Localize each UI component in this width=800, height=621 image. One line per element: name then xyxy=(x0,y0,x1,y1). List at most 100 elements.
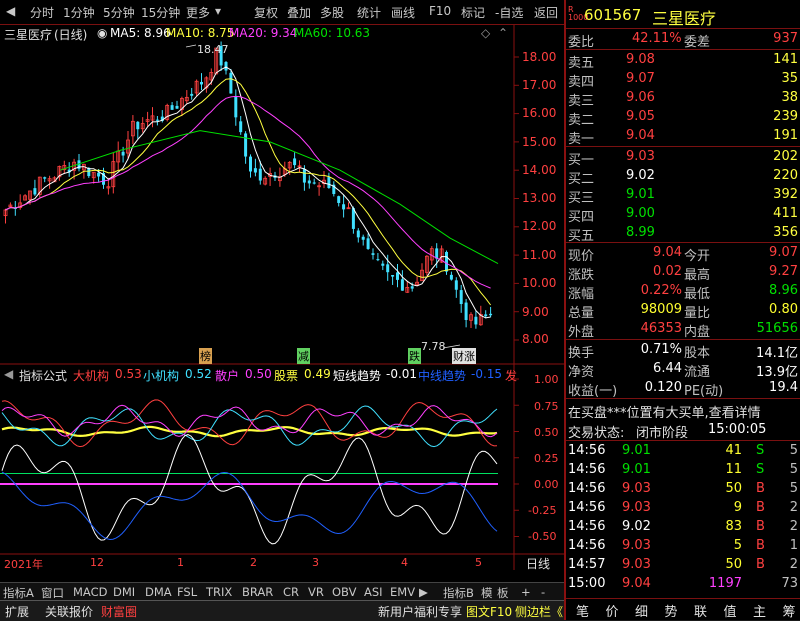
bid-row[interactable]: 买三 9.01 392 xyxy=(566,186,800,205)
x-label: 12 xyxy=(90,556,104,569)
tab-vr[interactable]: VR xyxy=(308,585,324,599)
ask-row[interactable]: 卖五 9.08 141 xyxy=(566,51,800,70)
tick-row[interactable]: 15:00 9.04 1197 73 xyxy=(566,575,800,594)
tab-5min[interactable]: 5分钟 xyxy=(103,4,135,21)
stock-name: 三星医疗 xyxy=(652,5,716,29)
quote-tab[interactable]: 笔 xyxy=(570,600,598,619)
ask-volume: 38 xyxy=(781,90,798,105)
tick-time: 14:56 xyxy=(568,500,605,515)
bid-volume: 220 xyxy=(773,168,798,183)
tab-1min[interactable]: 1分钟 xyxy=(63,4,95,21)
ask-row[interactable]: 卖三 9.06 38 xyxy=(566,89,800,108)
tab-macd[interactable]: MACD xyxy=(73,585,107,599)
tab-obv[interactable]: OBV xyxy=(332,585,356,599)
more-dropdown-icon[interactable]: ▾ xyxy=(215,4,221,18)
tick-row[interactable]: 14:56 9.03 50 B 5 xyxy=(566,480,800,499)
btn-draw-line[interactable]: 画线 xyxy=(391,4,415,21)
status-sidebar-button[interactable]: 侧边栏《 xyxy=(515,603,563,620)
tick-row[interactable]: 14:56 9.03 5 B 1 xyxy=(566,537,800,556)
status-f10-button[interactable]: 图文F10 xyxy=(466,603,512,620)
candle-body xyxy=(225,62,228,70)
tick-row[interactable]: 14:56 9.02 83 B 2 xyxy=(566,518,800,537)
tab-indicator-a[interactable]: 指标A xyxy=(3,585,34,601)
tab-15min[interactable]: 15分钟 xyxy=(141,4,180,21)
candle-body xyxy=(234,97,237,118)
indicator-canvas[interactable] xyxy=(0,365,564,570)
ask-row[interactable]: 卖一 9.04 191 xyxy=(566,127,800,146)
collapse-up-icon[interactable]: ⌃ xyxy=(498,26,508,40)
tab-asi[interactable]: ASI xyxy=(364,585,383,599)
kline-chart[interactable]: 三星医疗 (日线) ◉ MA5: 8.96 MA10: 8.75 MA20: 9… xyxy=(0,25,564,365)
btn-mark[interactable]: 标记 xyxy=(461,4,485,21)
ask-label: 卖三 xyxy=(568,90,594,109)
tag-bang[interactable]: 榜 xyxy=(199,348,212,364)
period-switch-label[interactable]: 日线 xyxy=(526,555,550,572)
tab-trix[interactable]: TRIX xyxy=(206,585,232,599)
btn-f10[interactable]: F10 xyxy=(429,4,451,18)
ask-row[interactable]: 卖四 9.07 35 xyxy=(566,70,800,89)
tick-row[interactable]: 14:56 9.03 9 B 2 xyxy=(566,499,800,518)
btn-statistics[interactable]: 统计 xyxy=(357,4,381,21)
tag-caizhang[interactable]: 财涨 xyxy=(452,348,476,364)
ma-toggle-icon[interactable]: ◉ xyxy=(97,26,107,40)
btn-back[interactable]: 返回 xyxy=(534,4,558,21)
bid-row[interactable]: 买四 9.00 411 xyxy=(566,205,800,224)
candle-body xyxy=(450,275,453,280)
notice-text[interactable]: 在买盘***位置有大买单,查看详情 xyxy=(568,402,761,421)
bid-row[interactable]: 买五 8.99 356 xyxy=(566,224,800,243)
tick-direction: B xyxy=(756,538,765,553)
quote-tab[interactable]: 联 xyxy=(688,600,716,619)
zoom-out-button[interactable]: - xyxy=(541,585,545,599)
tab-board[interactable]: 板 xyxy=(497,585,509,601)
tab-dma[interactable]: DMA xyxy=(145,585,172,599)
y-label: 11.00 xyxy=(522,248,556,262)
tab-cr[interactable]: CR xyxy=(283,585,299,599)
btn-fuquan[interactable]: 复权 xyxy=(254,4,278,21)
tab-window[interactable]: 窗口 xyxy=(41,585,64,601)
quote-tab[interactable]: 筹 xyxy=(777,600,800,619)
quote-tab[interactable]: 细 xyxy=(629,600,657,619)
tabs-scroll-right-icon[interactable]: ▶ xyxy=(419,585,428,599)
quote-tab[interactable]: 价 xyxy=(600,600,628,619)
kline-canvas[interactable] xyxy=(0,25,564,365)
bid-row[interactable]: 买二 9.02 220 xyxy=(566,167,800,186)
tab-dmi[interactable]: DMI xyxy=(113,585,135,599)
tb-scroll-left-icon[interactable]: ◀ xyxy=(6,4,15,18)
tick-row[interactable]: 14:56 9.01 41 S 5 xyxy=(566,442,800,461)
indicator-collapse-icon[interactable]: ◀ xyxy=(4,367,13,381)
tab-fenshi[interactable]: 分时 xyxy=(30,4,54,21)
big-order-notice[interactable]: 在买盘***位置有大买单,查看详情 xyxy=(566,401,800,420)
tab-emv[interactable]: EMV xyxy=(390,585,415,599)
status-related-quotes[interactable]: 关联报价 xyxy=(45,603,93,620)
zoom-in-button[interactable]: + xyxy=(521,585,531,599)
tab-more[interactable]: 更多 xyxy=(186,4,210,21)
status-expand[interactable]: 扩展 xyxy=(5,603,29,620)
stat-label: 涨幅 xyxy=(568,283,594,302)
btn-multi-stock[interactable]: 多股 xyxy=(320,4,344,21)
indicator-name[interactable]: 指标公式 xyxy=(19,367,67,384)
quote-tab[interactable]: 值 xyxy=(718,600,746,619)
tab-brar[interactable]: BRAR xyxy=(242,585,273,599)
tab-template[interactable]: 模 xyxy=(481,585,493,601)
status-promo[interactable]: 新用户福利专享 xyxy=(378,603,462,620)
tab-fsl[interactable]: FSL xyxy=(177,585,197,599)
settings-diamond-icon[interactable]: ◇ xyxy=(481,26,490,40)
quote-tab[interactable]: 势 xyxy=(659,600,687,619)
tick-time: 14:56 xyxy=(568,519,605,534)
ask-label: 卖四 xyxy=(568,71,594,90)
indicator-chart[interactable]: ◀ 指标公式 大机构 0.53 小机构 0.52 散户 0.50 股票 0.49… xyxy=(0,365,564,570)
tag-jian[interactable]: 减 xyxy=(297,348,310,364)
status-wealth-circle[interactable]: 财富圈 xyxy=(101,603,137,620)
btn-overlay[interactable]: 叠加 xyxy=(287,4,311,21)
ind-label-value: -0.15 xyxy=(471,367,502,381)
quote-tab[interactable]: 主 xyxy=(747,600,775,619)
tick-volume: 1197 xyxy=(709,576,742,591)
tick-row[interactable]: 14:56 9.01 11 S 5 xyxy=(566,461,800,480)
ask-row[interactable]: 卖二 9.05 239 xyxy=(566,108,800,127)
tab-indicator-b[interactable]: 指标B xyxy=(443,585,474,601)
tick-row[interactable]: 14:57 9.03 50 B 2 xyxy=(566,556,800,575)
bid-row[interactable]: 买一 9.03 202 xyxy=(566,148,800,167)
tag-die[interactable]: 跌 xyxy=(408,348,421,364)
stat-label: 涨跌 xyxy=(568,264,594,283)
btn-add-watchlist[interactable]: -自选 xyxy=(495,4,523,21)
